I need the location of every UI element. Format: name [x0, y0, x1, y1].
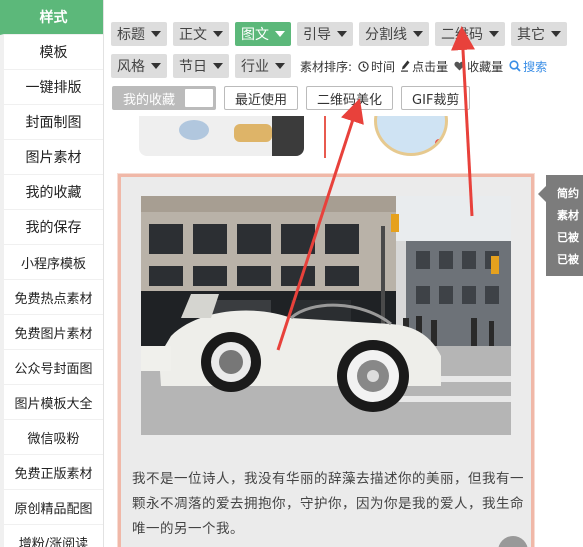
dropdown-image-text[interactable]: 图文 — [235, 22, 291, 46]
dropdown-label: 分割线 — [365, 27, 407, 43]
template-thumbnail[interactable] — [374, 116, 448, 156]
illustration-figure — [234, 124, 272, 142]
sort-by-favorites[interactable]: 收藏量 — [454, 58, 503, 75]
caret-down-icon — [275, 31, 285, 37]
sidebar-item-my-favorites[interactable]: 我的收藏 — [0, 175, 103, 210]
dropdown-title[interactable]: 标题 — [111, 22, 167, 46]
sidebar-item-free-hot-assets[interactable]: 免费热点素材 — [0, 280, 103, 315]
sidebar: 样式 模板 一键排版 封面制图 图片素材 我的收藏 我的保存 小程序模板 免费热… — [0, 0, 104, 547]
sidebar-item-free-images[interactable]: 免费图片素材 — [0, 315, 103, 350]
sidebar-item-cover-images[interactable]: 公众号封面图 — [0, 350, 103, 385]
category-row: 标题 正文 图文 引导 分割线 二维码 其它 — [104, 22, 567, 46]
dropdown-label: 标题 — [117, 27, 145, 43]
tooltip-line: 已被 — [557, 253, 579, 266]
sidebar-item-cover-maker[interactable]: 封面制图 — [0, 105, 103, 140]
dropdown-label: 其它 — [517, 27, 545, 43]
sidebar-item-wechat-fans[interactable]: 微信吸粉 — [0, 420, 103, 455]
dropdown-guide[interactable]: 引导 — [297, 22, 353, 46]
sidebar-item-templates[interactable]: 模板 — [0, 35, 103, 70]
search-label: 搜索 — [523, 59, 548, 74]
dropdown-qrcode[interactable]: 二维码 — [435, 22, 505, 46]
illustration-figure — [179, 120, 209, 140]
dropdown-body[interactable]: 正文 — [173, 22, 229, 46]
caret-down-icon — [337, 31, 347, 37]
sort-label-time: 时间 — [371, 59, 396, 74]
search-button[interactable]: 搜索 — [509, 58, 547, 75]
dropdown-divider[interactable]: 分割线 — [359, 22, 429, 46]
sidebar-item-growth[interactable]: 增粉/涨阅读 — [0, 525, 103, 547]
caret-down-icon — [213, 63, 223, 69]
search-icon — [509, 60, 521, 72]
caret-down-icon — [151, 31, 161, 37]
dropdown-industry[interactable]: 行业 — [235, 54, 291, 78]
dropdown-label: 风格 — [117, 59, 145, 75]
divider-line — [324, 116, 326, 158]
sidebar-item-one-click-layout[interactable]: 一键排版 — [0, 70, 103, 105]
dropdown-holiday[interactable]: 节日 — [173, 54, 229, 78]
dropdown-label: 引导 — [303, 27, 331, 43]
filter-toolbar: 标题 正文 图文 引导 分割线 二维码 其它 风格 节日 行业 素材排序: 时间… — [104, 0, 583, 116]
sidebar-item-original-images[interactable]: 原创精品配图 — [0, 490, 103, 525]
card-text: 我不是一位诗人，我没有华丽的辞藻去描述你的美丽，但我有一颗永不凋落的爱去拥抱你，… — [132, 471, 524, 537]
sidebar-item-miniprogram-templates[interactable]: 小程序模板 — [0, 245, 103, 280]
tab-recently-used[interactable]: 最近使用 — [224, 86, 299, 110]
sidebar-item-free-licensed-assets[interactable]: 免费正版素材 — [0, 455, 103, 490]
dropdown-label: 二维码 — [441, 27, 483, 43]
tooltip-line: 简约 — [557, 187, 579, 200]
sidebar-item-my-saved[interactable]: 我的保存 — [0, 210, 103, 245]
tab-qrcode-beautify[interactable]: 二维码美化 — [306, 86, 394, 110]
heart-icon — [454, 61, 465, 71]
filter-row: 风格 节日 行业 素材排序: 时间 点击量 收藏量 搜索 — [104, 54, 547, 78]
sort-by-time[interactable]: 时间 — [358, 58, 395, 75]
dropdown-style[interactable]: 风格 — [111, 54, 167, 78]
tooltip-line: 素材 — [557, 209, 579, 222]
sort-label: 素材排序: — [300, 59, 353, 74]
clock-icon — [358, 60, 369, 72]
dropdown-label: 节日 — [179, 59, 207, 75]
vintage-car-photo — [141, 196, 511, 435]
tooltip-line: 已被 — [557, 231, 579, 244]
car-street-image — [141, 196, 511, 435]
caret-down-icon — [213, 31, 223, 37]
dropdown-label: 正文 — [179, 27, 207, 43]
caret-down-icon — [489, 31, 499, 37]
tooltip: 简约 素材 已被 已被 — [546, 175, 583, 276]
caret-down-icon — [275, 63, 285, 69]
sort-label-favorites: 收藏量 — [467, 59, 504, 74]
dot-decoration — [435, 139, 443, 147]
dark-panel — [272, 116, 304, 156]
toggle-swatch — [185, 89, 213, 107]
material-list: 我不是一位诗人，我没有华丽的辞藻去描述你的美丽，但我有一颗永不凋落的爱去拥抱你，… — [104, 116, 583, 547]
caret-down-icon — [151, 63, 161, 69]
tab-my-favorites[interactable]: 我的收藏 — [112, 86, 216, 110]
template-thumbnail[interactable] — [139, 116, 304, 156]
dropdown-other[interactable]: 其它 — [511, 22, 567, 46]
tab-row: 我的收藏 最近使用 二维码美化 GIF裁剪 — [104, 86, 471, 110]
sidebar-item-style[interactable]: 样式 — [0, 0, 103, 35]
sidebar-item-image-assets[interactable]: 图片素材 — [0, 140, 103, 175]
dropdown-label: 行业 — [241, 59, 269, 75]
sidebar-item-image-template-library[interactable]: 图片模板大全 — [0, 385, 103, 420]
sort-label-clicks: 点击量 — [412, 59, 449, 74]
sort-by-clicks[interactable]: 点击量 — [401, 58, 448, 75]
tooltip-arrow — [538, 186, 546, 202]
template-card[interactable]: 我不是一位诗人，我没有华丽的辞藻去描述你的美丽，但我有一颗永不凋落的爱去拥抱你，… — [118, 174, 534, 547]
dropdown-label: 图文 — [241, 27, 269, 43]
caret-down-icon — [551, 31, 561, 37]
tab-label: 我的收藏 — [123, 92, 176, 108]
tab-gif-crop[interactable]: GIF裁剪 — [401, 86, 471, 110]
caret-down-icon — [413, 31, 423, 37]
pen-icon — [401, 60, 410, 72]
